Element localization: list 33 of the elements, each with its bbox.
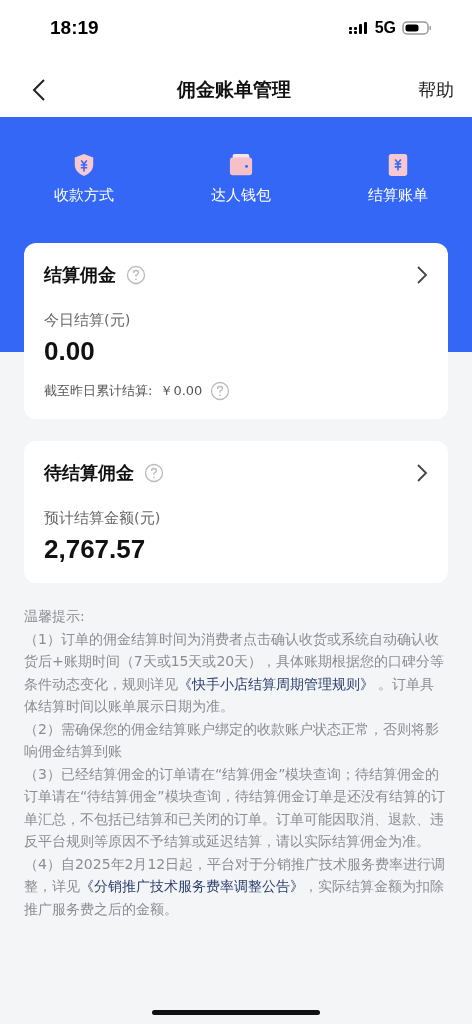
amount-value: 2,767.57	[44, 534, 147, 565]
summary-card[interactable]: 待结算佣金 预计结算金额(元) 2,767.57	[24, 441, 448, 583]
signal-icon	[348, 22, 369, 34]
amount-label: 今日结算(元)	[44, 311, 132, 330]
amount-value: 0.00	[44, 336, 96, 367]
summary-card[interactable]: 结算佣金 今日结算(元) 0.00 截至昨日累计结算: ￥0.00	[24, 243, 448, 419]
chevron-right-icon	[416, 463, 428, 483]
card-title: 待结算佣金	[44, 462, 134, 485]
note-paragraph: （2）需确保您的佣金结算账户绑定的收款账户状态正常，否则将影响佣金结算到账	[24, 719, 440, 761]
note-paragraph: （1）订单的佣金结算时间为消费者点击确认收货或系统自动确认收货后+账期时间（7天或15天或20天），具体账期根据您的口碑分等条件动态变化，规则详见《快手小店结算周期管理规则》 。订单具体结算时间以账单展示日期为准。	[24, 629, 446, 716]
clock-time: 18:19	[50, 17, 99, 39]
shortcut-button[interactable]: 收款方式	[54, 153, 114, 205]
cumulative-value: ￥0.00	[160, 382, 203, 400]
chevron-right-icon	[416, 265, 428, 285]
network-type: 5G	[374, 19, 396, 37]
page-title: 佣金账单管理	[177, 76, 291, 102]
shortcut-button[interactable]: 达人钱包	[211, 153, 271, 205]
cumulative-label: 截至昨日累计结算:	[44, 382, 153, 400]
shortcut-button[interactable]: 结算账单	[368, 153, 428, 205]
help-icon	[126, 265, 146, 285]
battery-icon	[402, 21, 432, 35]
help-link[interactable]: 帮助	[418, 77, 454, 102]
back-icon	[32, 77, 46, 102]
notes-title: 温馨提示:	[24, 607, 86, 626]
note-paragraph: （3）已经结算佣金的订单请在“结算佣金”模块查询；待结算佣金的订单请在“待结算佣金”模块查询，待结算佣金订单是还没有结算的订单汇总，不包括已结算和已关闭的订单。订单可能因取消、退款、违反平台规则等原因不予结算或延迟结算，请以实际结算佣金为准。	[24, 764, 446, 851]
wallet-icon	[228, 153, 254, 177]
rule-link[interactable]: 《分销推广技术服务费率调整公告》	[80, 878, 304, 894]
note-paragraph: （4）自2025年2月12日起，平台对于分销推广技术服务费率进行调整，详见《分销推广技术服务费率调整公告》，实际结算金额为扣除推广服务费之后的金额。	[24, 854, 447, 919]
help-icon	[210, 381, 231, 401]
help-icon	[144, 463, 164, 483]
amount-label: 预计结算金额(元)	[44, 509, 162, 528]
rule-link[interactable]: 《快手小店结算周期管理规则》	[178, 675, 374, 692]
card-title: 结算佣金	[44, 264, 116, 287]
